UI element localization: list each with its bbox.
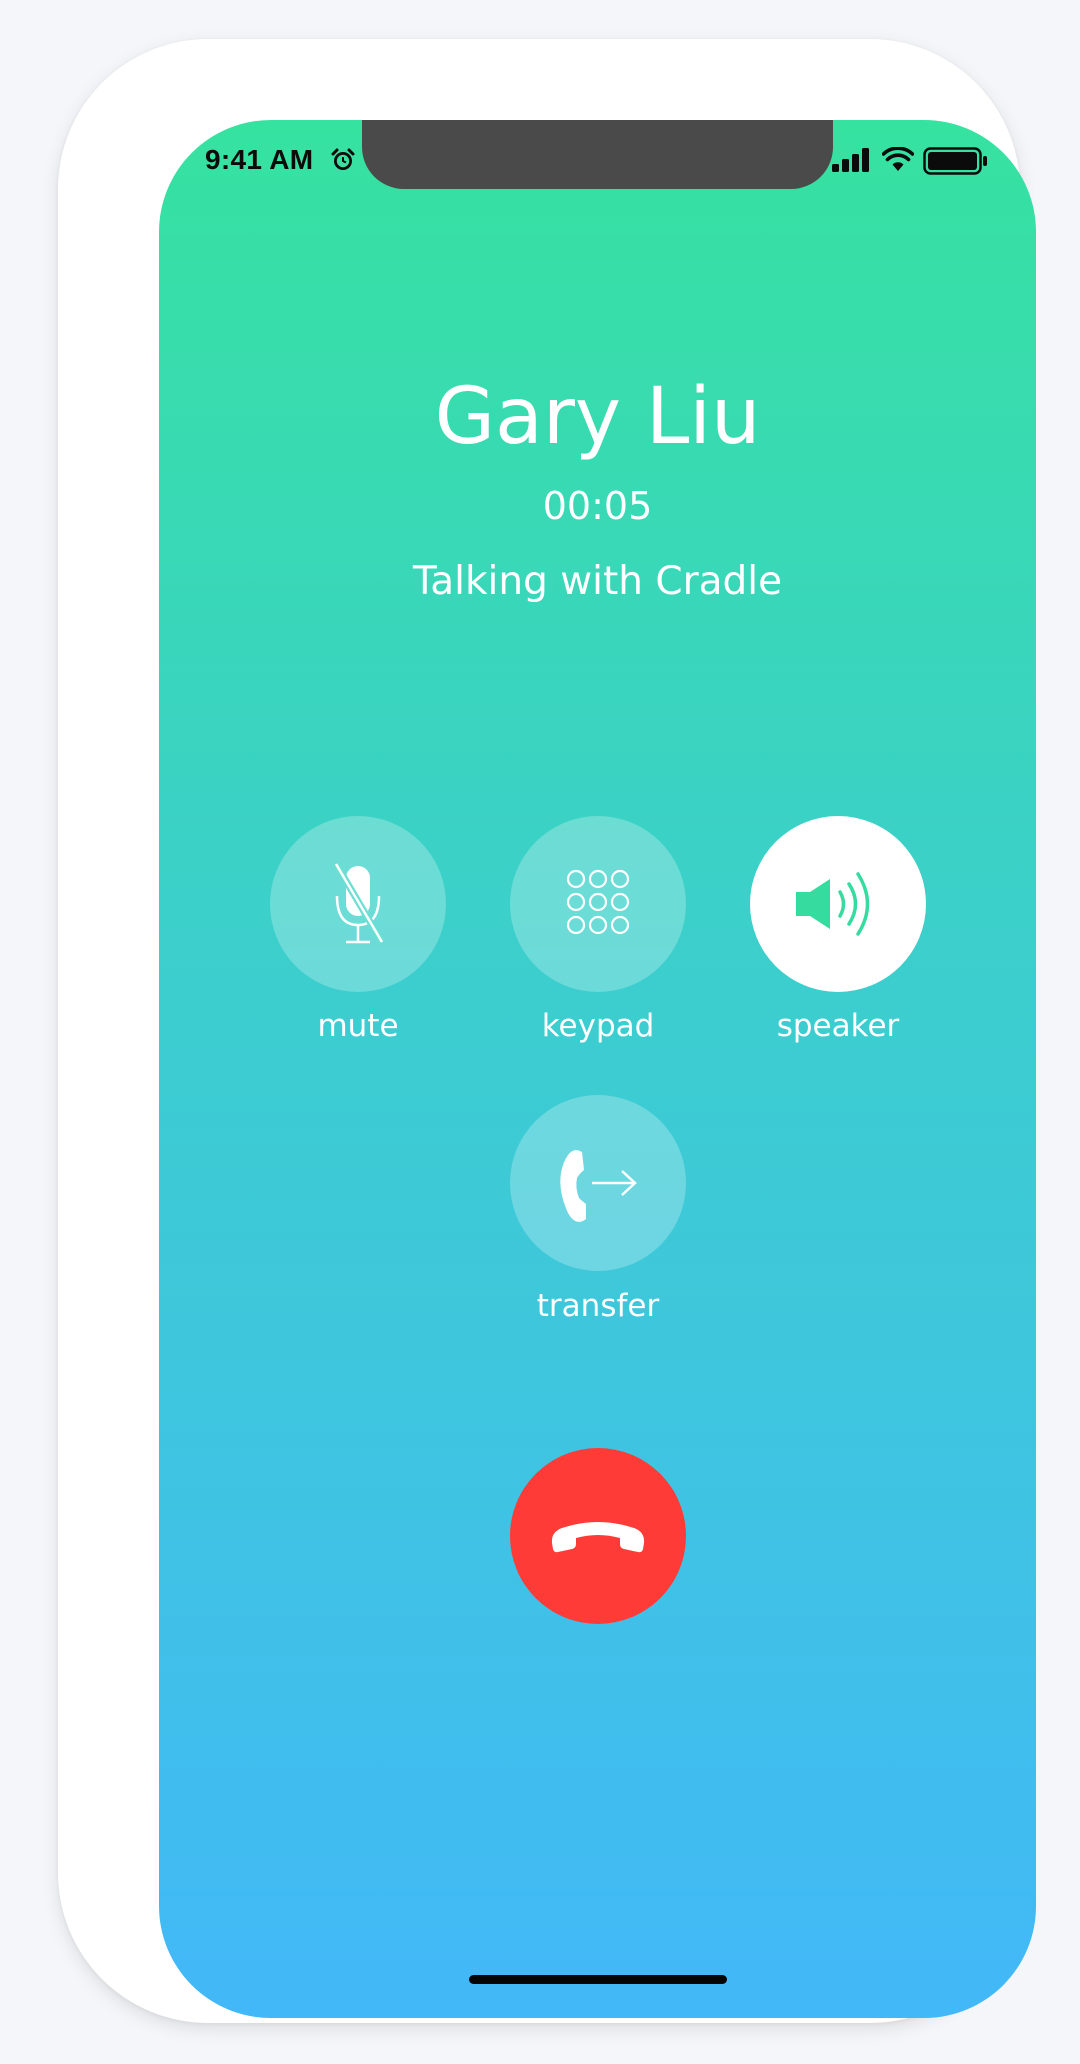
speaker-button[interactable] — [750, 816, 926, 992]
status-time: 9:41 AM — [205, 144, 314, 175]
wifi-icon — [882, 147, 914, 171]
phone-frame: 9:41 AM Gary Liu 00:05 Talking with Crad… — [58, 39, 1036, 2023]
signal-icon — [832, 148, 869, 172]
end-call-icon — [551, 1522, 645, 1553]
mute-button[interactable] — [270, 816, 446, 992]
device-notch — [362, 120, 833, 189]
end-call-button[interactable] — [510, 1448, 686, 1624]
call-transfer-icon — [560, 1150, 637, 1222]
transfer-label: transfer — [536, 1288, 660, 1324]
call-screen: 9:41 AM Gary Liu 00:05 Talking with Crad… — [159, 120, 1036, 2018]
home-indicator[interactable] — [469, 1975, 727, 1984]
mute-label: mute — [317, 1008, 399, 1044]
caller-name: Gary Liu — [434, 372, 761, 462]
keypad-icon — [566, 869, 630, 935]
call-subtitle: Talking with Cradle — [412, 559, 783, 604]
speaker-label: speaker — [776, 1008, 900, 1044]
speaker-icon — [796, 872, 870, 936]
battery-icon — [923, 147, 987, 175]
microphone-muted-icon — [332, 862, 386, 944]
alarm-icon — [331, 148, 355, 170]
keypad-label: keypad — [541, 1008, 655, 1044]
call-duration: 00:05 — [542, 484, 653, 528]
keypad-button[interactable] — [510, 816, 686, 992]
transfer-button[interactable] — [510, 1095, 686, 1271]
